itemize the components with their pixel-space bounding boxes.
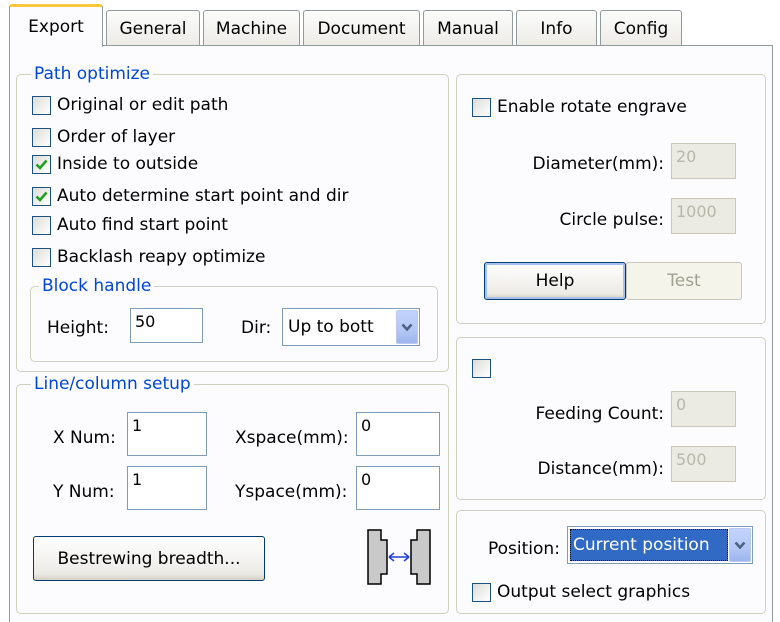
checkbox-label: Auto determine start point and dir bbox=[57, 186, 349, 206]
tab-info[interactable]: Info bbox=[516, 10, 597, 46]
checkbox-box bbox=[472, 97, 491, 117]
xspace-label: Xspace(mm): bbox=[235, 428, 349, 448]
checkbox-box bbox=[472, 359, 491, 378]
checkbox-box bbox=[32, 247, 51, 267]
enable-rotate-engrave-checkbox[interactable]: Enable rotate engrave bbox=[472, 97, 687, 117]
y-num-input[interactable]: 1 bbox=[127, 466, 207, 510]
spacing-arrow-icon bbox=[367, 529, 431, 585]
checkmark-icon bbox=[35, 191, 48, 202]
checkbox-box bbox=[472, 582, 491, 602]
dir-select-value: Up to bott bbox=[288, 317, 374, 337]
spacing-preview bbox=[367, 529, 431, 585]
xspace-input[interactable]: 0 bbox=[356, 412, 440, 456]
checkbox-label: Enable rotate engrave bbox=[497, 97, 687, 117]
checkmark-icon bbox=[35, 159, 48, 170]
height-input[interactable]: 50 bbox=[130, 308, 203, 343]
tab-export[interactable]: Export bbox=[9, 4, 103, 47]
circle-pulse-input[interactable]: 1000 bbox=[671, 198, 736, 234]
tab-label: Info bbox=[540, 18, 573, 39]
original-or-edit-path-checkbox[interactable]: Original or edit path bbox=[32, 95, 228, 115]
distance-input[interactable]: 500 bbox=[671, 446, 736, 482]
bestrewing-breadth-button[interactable]: Bestrewing breadth... bbox=[33, 536, 265, 581]
tab-config[interactable]: Config bbox=[600, 10, 682, 46]
x-num-input[interactable]: 1 bbox=[127, 412, 207, 456]
block-handle-title: Block handle bbox=[39, 276, 155, 296]
feeding-count-label: Feeding Count: bbox=[535, 404, 664, 424]
circle-pulse-label: Circle pulse: bbox=[559, 210, 664, 230]
dir-select[interactable]: Up to bott bbox=[282, 308, 420, 346]
export-tab-panel: Path optimize Original or edit path Orde… bbox=[9, 45, 773, 622]
tab-machine[interactable]: Machine bbox=[203, 10, 300, 46]
auto-find-start-point-checkbox[interactable]: Auto find start point bbox=[32, 215, 228, 235]
checkbox-label: Backlash reapy optimize bbox=[57, 247, 266, 267]
feeding-count-input[interactable]: 0 bbox=[671, 391, 736, 427]
diameter-label: Diameter(mm): bbox=[532, 154, 664, 174]
checkbox-label: Inside to outside bbox=[57, 154, 199, 174]
y-num-label: Y Num: bbox=[53, 482, 115, 502]
path-optimize-title: Path optimize bbox=[31, 64, 153, 84]
chevron-down-icon bbox=[734, 541, 746, 549]
checkbox-label: Auto find start point bbox=[57, 215, 228, 235]
checkbox-box bbox=[32, 95, 51, 115]
tab-label: Export bbox=[28, 17, 84, 37]
dir-dropdown-button[interactable] bbox=[396, 310, 418, 344]
feeding-enable-checkbox[interactable] bbox=[472, 359, 497, 378]
checkbox-label: Original or edit path bbox=[57, 95, 229, 115]
yspace-label: Yspace(mm): bbox=[235, 482, 348, 502]
tab-manual[interactable]: Manual bbox=[423, 10, 513, 46]
tab-label: Machine bbox=[215, 18, 288, 39]
checkbox-box bbox=[32, 154, 51, 174]
checkbox-label: Output select graphics bbox=[497, 582, 691, 602]
checkbox-label: Order of layer bbox=[57, 127, 176, 147]
x-num-label: X Num: bbox=[53, 428, 116, 448]
tab-general[interactable]: General bbox=[106, 10, 200, 46]
help-button[interactable]: Help bbox=[484, 262, 626, 300]
checkbox-box bbox=[32, 186, 51, 206]
checkbox-box bbox=[32, 215, 51, 235]
dir-label: Dir: bbox=[241, 318, 272, 338]
chevron-down-icon bbox=[401, 323, 413, 331]
auto-determine-start-point-checkbox[interactable]: Auto determine start point and dir bbox=[32, 186, 349, 206]
position-label: Position: bbox=[488, 539, 560, 559]
inside-to-outside-checkbox[interactable]: Inside to outside bbox=[32, 154, 198, 174]
distance-label: Distance(mm): bbox=[537, 459, 664, 479]
tab-document[interactable]: Document bbox=[303, 10, 420, 46]
backlash-reapy-optimize-checkbox[interactable]: Backlash reapy optimize bbox=[32, 247, 265, 267]
tab-label: Manual bbox=[437, 18, 499, 39]
test-button[interactable]: Test bbox=[626, 262, 742, 300]
tab-label: Config bbox=[613, 18, 669, 39]
position-dropdown-button[interactable] bbox=[729, 528, 751, 562]
tab-label: Document bbox=[317, 18, 406, 39]
diameter-input[interactable]: 20 bbox=[671, 143, 736, 179]
order-of-layer-checkbox[interactable]: Order of layer bbox=[32, 127, 175, 147]
position-select[interactable]: Current position bbox=[567, 526, 753, 564]
line-column-title: Line/column setup bbox=[31, 374, 194, 394]
height-label: Height: bbox=[47, 318, 109, 338]
position-select-value: Current position bbox=[570, 529, 728, 561]
tab-label: General bbox=[119, 18, 187, 39]
yspace-input[interactable]: 0 bbox=[356, 466, 440, 510]
output-select-graphics-checkbox[interactable]: Output select graphics bbox=[472, 582, 690, 602]
checkbox-box bbox=[32, 127, 51, 147]
